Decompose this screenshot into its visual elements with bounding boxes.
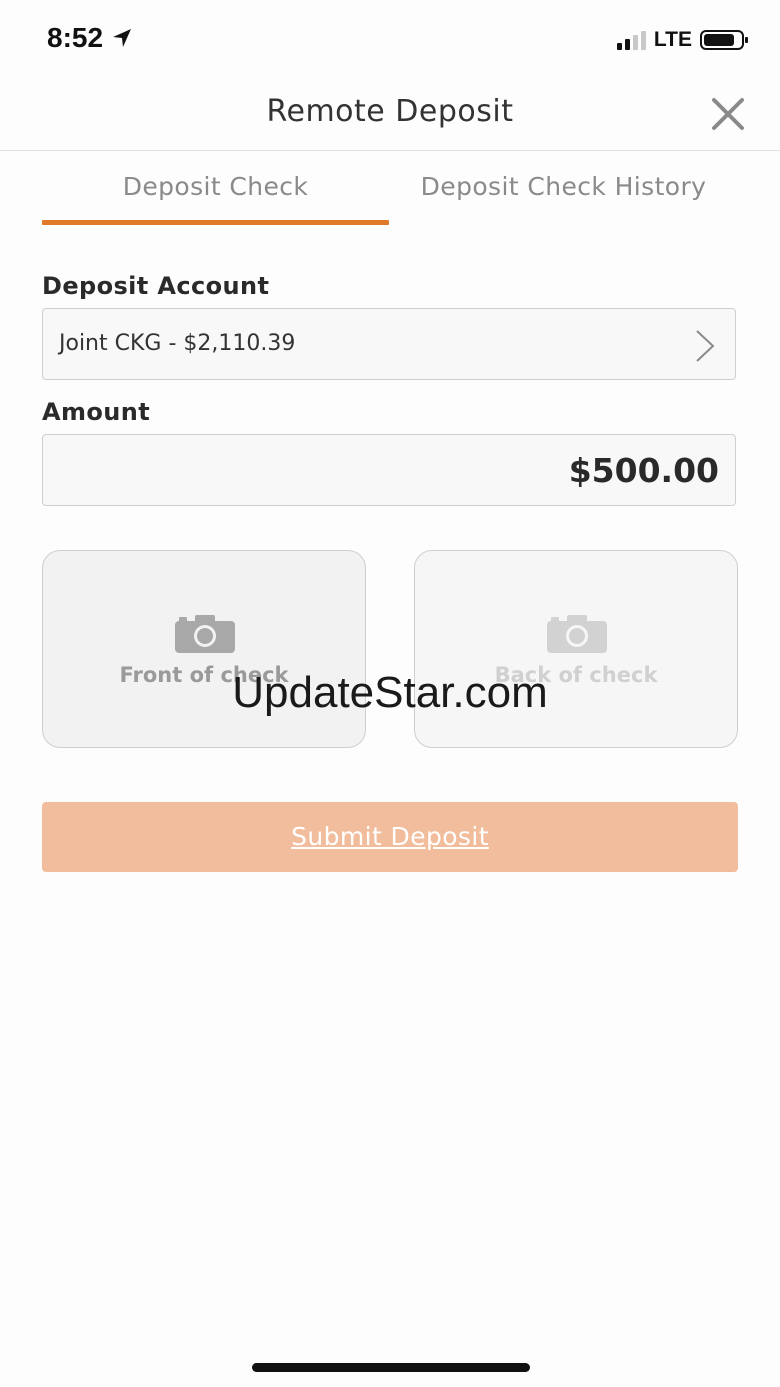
- submit-deposit-label: Submit Deposit: [291, 822, 489, 851]
- chevron-right-icon: [696, 330, 715, 362]
- signal-icon: [616, 30, 646, 50]
- deposit-account-value: Joint CKG - $2,110.39: [59, 331, 296, 356]
- deposit-account-select[interactable]: Joint CKG - $2,110.39: [42, 308, 736, 380]
- status-indicators: LTE: [616, 28, 750, 52]
- battery-icon: [700, 30, 748, 50]
- amount-label: Amount: [42, 398, 151, 426]
- status-time-text: 8:52: [47, 22, 104, 53]
- tab-deposit-check-history[interactable]: Deposit Check History: [389, 172, 738, 201]
- tab-bar: Deposit Check Deposit Check History: [42, 160, 738, 226]
- front-of-check-label: Front of check: [119, 663, 289, 687]
- back-of-check-label: Back of check: [494, 663, 658, 687]
- back-of-check-button[interactable]: Back of check: [414, 550, 738, 748]
- page-title: Remote Deposit: [266, 94, 514, 129]
- submit-deposit-button[interactable]: Submit Deposit: [42, 802, 738, 872]
- close-icon: [712, 98, 744, 130]
- amount-input[interactable]: $500.00: [42, 434, 736, 506]
- close-button[interactable]: [708, 94, 748, 134]
- camera-icon: [175, 615, 235, 653]
- home-indicator: [252, 1363, 530, 1372]
- header: Remote Deposit: [0, 80, 780, 151]
- tab-deposit-check[interactable]: Deposit Check: [42, 172, 389, 201]
- amount-value: $500.00: [568, 451, 719, 490]
- status-bar: 8:52 LTE: [0, 0, 780, 80]
- active-tab-indicator: [42, 220, 389, 225]
- location-arrow-icon: [113, 29, 132, 47]
- camera-icon: [547, 615, 607, 653]
- deposit-account-label: Deposit Account: [42, 272, 270, 300]
- status-time: 8:52: [47, 22, 133, 54]
- network-label: LTE: [653, 28, 692, 51]
- front-of-check-button[interactable]: Front of check: [42, 550, 366, 748]
